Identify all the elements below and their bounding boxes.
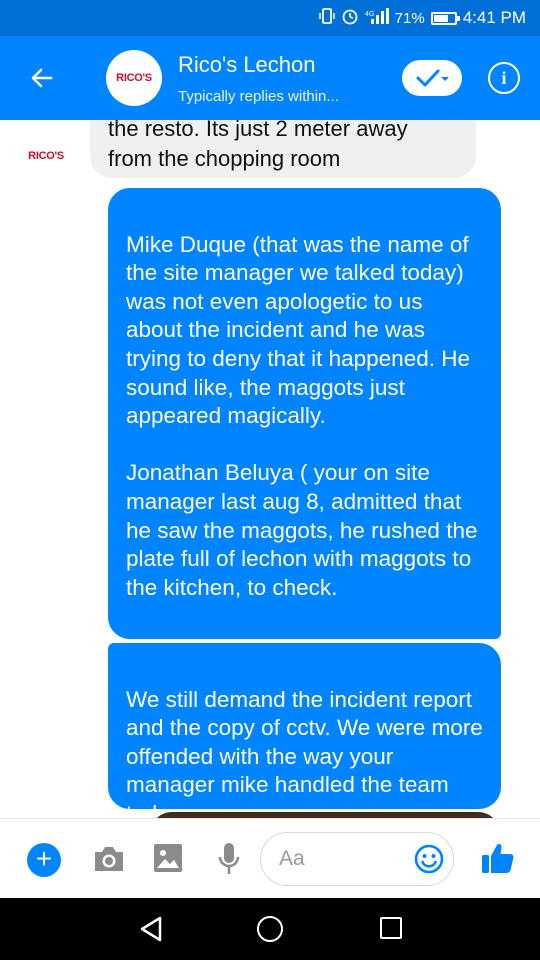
emoji-button[interactable] [414, 844, 444, 874]
plus-icon: + [35, 843, 53, 874]
info-icon: i [501, 67, 507, 88]
plus-button[interactable]: + [27, 843, 61, 877]
battery-icon [430, 11, 460, 25]
status-bar: 4G 71% 4:41 PM [0, 0, 540, 36]
incoming-message[interactable]: the resto. Its just 2 meter away from th… [90, 120, 476, 178]
nav-recents-button[interactable] [380, 917, 402, 939]
sender-avatar[interactable]: RICO'S [18, 128, 74, 184]
message-list[interactable]: the resto. Its just 2 meter away from th… [0, 120, 540, 820]
page-title[interactable]: Rico's Lechon [178, 52, 316, 78]
ricos-logo: RICO'S [116, 72, 152, 84]
status-time: 4:41 PM [462, 8, 526, 27]
signal-icon: 4G [365, 8, 389, 28]
android-nav-bar [0, 898, 540, 960]
vibrate-icon [318, 7, 335, 29]
ricos-logo: RICO'S [28, 150, 64, 162]
emoji-icon [414, 844, 444, 874]
message-text: We still demand the incident report and … [126, 686, 483, 820]
verify-dropdown-button[interactable] [402, 60, 462, 96]
message-placeholder: Aa [279, 847, 305, 870]
response-time-subtitle: Typically replies within... [178, 88, 339, 105]
checkmark-dropdown-icon [416, 69, 449, 87]
composer-bar: + Aa [0, 818, 540, 898]
outgoing-message[interactable]: Mike Duque (that was the name of the sit… [108, 188, 501, 639]
microphone-icon [218, 843, 240, 874]
outgoing-message[interactable]: We still demand the incident report and … [108, 643, 501, 820]
camera-button[interactable] [92, 844, 126, 876]
nav-back-button[interactable] [138, 915, 164, 943]
like-button[interactable] [481, 841, 515, 875]
info-button[interactable]: i [488, 62, 520, 94]
nav-home-button[interactable] [257, 916, 283, 942]
triangle-back-icon [140, 916, 162, 942]
message-text: Mike Duque (that was the name of the sit… [126, 231, 478, 600]
arrow-left-icon [31, 68, 53, 88]
back-button[interactable] [22, 58, 62, 98]
voice-button[interactable] [218, 841, 240, 877]
page-avatar[interactable]: RICO'S [106, 50, 162, 106]
battery-percent: 71% [394, 9, 425, 27]
svg-text:4G: 4G [365, 11, 374, 18]
thumbs-up-icon [482, 844, 514, 873]
image-icon [154, 844, 182, 872]
alarm-icon [341, 7, 359, 29]
camera-icon [95, 847, 123, 871]
gallery-button[interactable] [153, 843, 183, 873]
message-text: the resto. Its just 2 meter away from th… [108, 120, 408, 171]
conversation-header: RICO'S Rico's Lechon Typically replies w… [0, 36, 540, 120]
